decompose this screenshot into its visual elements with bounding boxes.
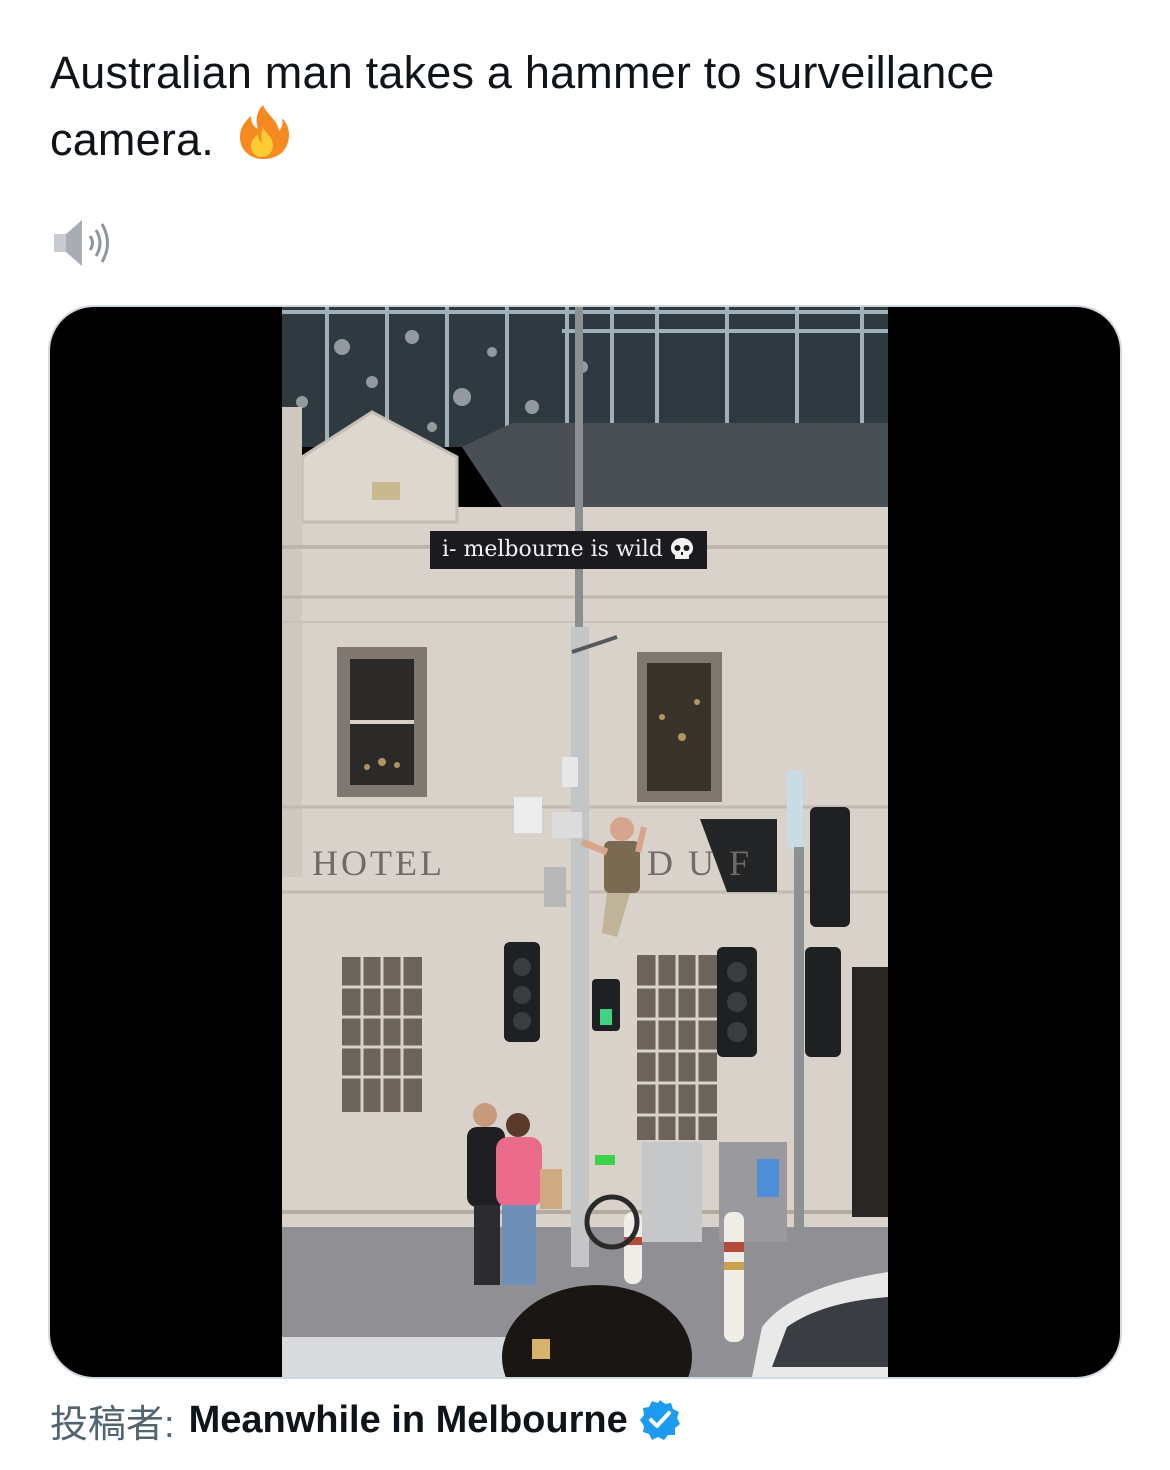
- post-text-block: Australian man takes a hammer to surveil…: [50, 44, 1120, 168]
- fire-emoji: [233, 101, 293, 161]
- speaker-icon[interactable]: [48, 210, 114, 276]
- hotel-sign-text: HOTEL: [312, 843, 445, 883]
- post-text: Australian man takes a hammer to surveil…: [50, 47, 995, 165]
- video-frame[interactable]: i- melbourne is wild HOTEL D U F: [282, 307, 888, 1377]
- media-credit: 投稿者: Meanwhile in Melbourne: [50, 1392, 682, 1448]
- caption-text: i- melbourne is wild: [442, 537, 663, 562]
- video-player[interactable]: i- melbourne is wild HOTEL D U F: [50, 307, 1120, 1377]
- video-caption: i- melbourne is wild: [430, 531, 707, 569]
- verified-badge-icon: [638, 1398, 682, 1442]
- skull-emoji: [669, 536, 695, 562]
- hotel-sign-partial-text: D U F: [647, 843, 753, 883]
- author-link[interactable]: Meanwhile in Melbourne: [189, 1399, 628, 1442]
- credit-prefix: 投稿者:: [50, 1403, 175, 1446]
